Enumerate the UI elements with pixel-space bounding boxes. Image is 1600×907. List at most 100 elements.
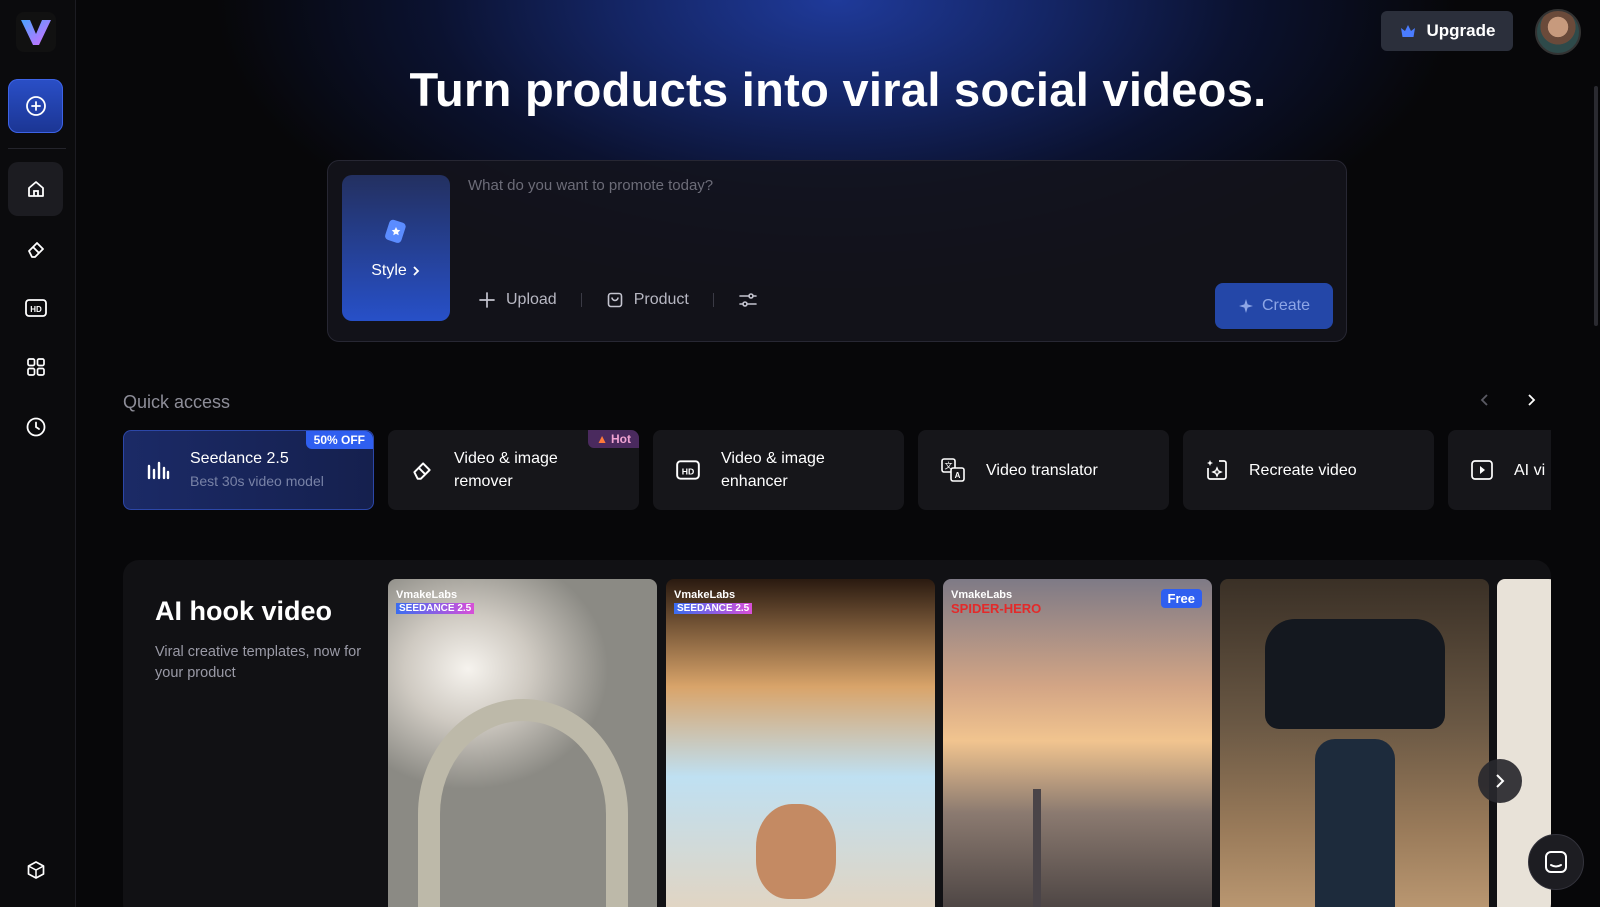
- page-title: Turn products into viral social videos.: [409, 63, 1267, 116]
- quick-access-label: Video & image remover: [454, 450, 558, 490]
- home-icon: [27, 181, 44, 197]
- box-icon: [27, 861, 44, 879]
- apron-shape: [1315, 739, 1395, 907]
- section-description: Viral creative templates, now for your p…: [155, 644, 362, 681]
- product-bag-icon: [607, 292, 623, 308]
- upgrade-label: Upgrade: [1426, 21, 1496, 40]
- quick-access-label: Seedance 2.5: [190, 450, 289, 467]
- sidebar-item-apps[interactable]: [8, 340, 63, 394]
- quick-access-label: Recreate video: [1249, 461, 1357, 479]
- upgrade-button[interactable]: Upgrade: [1381, 11, 1513, 51]
- hot-badge: ▲ Hot: [588, 430, 639, 448]
- new-project-button[interactable]: [8, 79, 63, 133]
- quick-access-next-button[interactable]: [1524, 392, 1538, 413]
- settings-button[interactable]: [738, 291, 758, 309]
- sidebar-item-assets[interactable]: [8, 843, 63, 897]
- free-badge: Free: [1160, 589, 1202, 608]
- thumbnail-brand-text: VmakeLabs: [674, 589, 736, 601]
- sliders-icon: [739, 293, 757, 307]
- template-thumbnail[interactable]: VmakeLabs SEEDANCE 2.5: [388, 579, 657, 907]
- quick-access-prev-button[interactable]: [1478, 392, 1492, 413]
- quick-access-label: AI vi: [1514, 461, 1546, 479]
- upload-button[interactable]: Upload: [478, 291, 557, 309]
- page-scrollbar[interactable]: [1594, 86, 1598, 326]
- prompt-panel: Style Upload Product Create: [327, 160, 1347, 342]
- template-thumbnail[interactable]: VmakeLabs SPIDER-HERO Free: [943, 579, 1212, 907]
- quick-access-sub: Best 30s video model: [190, 473, 324, 489]
- user-avatar[interactable]: [1535, 9, 1581, 55]
- sidebar-divider: [8, 148, 66, 149]
- translate-icon: 文A: [941, 458, 965, 482]
- chevron-left-icon: [1480, 394, 1488, 406]
- hd-icon: HD: [676, 460, 700, 480]
- style-selector-button[interactable]: Style: [342, 175, 450, 321]
- headphones-shape: [418, 699, 628, 907]
- templates-next-button[interactable]: [1478, 759, 1522, 803]
- flame-icon: ▲: [596, 431, 608, 446]
- thumbnail-brand-text: VmakeLabs: [396, 589, 458, 601]
- upload-label: Upload: [506, 291, 557, 308]
- quick-access-enhancer[interactable]: HD Video & image enhancer: [653, 430, 904, 510]
- thumbnail-brand: VmakeLabs SPIDER-HERO: [951, 589, 1041, 616]
- sparkle-icon: [1238, 299, 1253, 313]
- plus-circle-icon: [25, 96, 46, 116]
- chevron-right-icon: [1496, 774, 1505, 788]
- chevron-right-icon: [413, 266, 420, 276]
- ai-hook-video-section: AI hook video Viral creative templates, …: [123, 560, 1551, 907]
- hd-icon: HD: [24, 299, 47, 317]
- template-thumbnail[interactable]: VmakeLabs SEEDANCE 2.5: [666, 579, 935, 907]
- recreate-icon: [1207, 460, 1227, 480]
- section-title: AI hook video: [155, 596, 333, 626]
- prompt-input[interactable]: [468, 177, 1318, 194]
- create-button[interactable]: Create: [1215, 283, 1333, 329]
- quick-access-recreate[interactable]: Recreate video: [1183, 430, 1434, 510]
- prompt-toolbar: Upload Product: [478, 291, 758, 309]
- sidebar-item-home[interactable]: [8, 162, 63, 216]
- svg-text:文: 文: [945, 461, 953, 471]
- svg-text:A: A: [955, 471, 961, 480]
- product-label: Product: [633, 291, 689, 308]
- play-icon: [1471, 460, 1493, 480]
- chevron-right-icon: [1528, 394, 1536, 406]
- toolbar-divider: [580, 293, 582, 307]
- quick-access-ai-video[interactable]: AI vi: [1448, 430, 1551, 510]
- crown-icon: [1400, 25, 1415, 37]
- svg-text:HD: HD: [30, 305, 42, 314]
- plus-icon: [479, 292, 495, 308]
- thumbnail-brand-text: VmakeLabs: [951, 589, 1013, 601]
- quick-access-remover[interactable]: Video & image remover ▲ Hot: [388, 430, 639, 510]
- grid-icon: [26, 358, 45, 376]
- product-button[interactable]: Product: [606, 291, 689, 309]
- sidebar: HD: [0, 0, 76, 907]
- eraser-icon: [27, 242, 44, 258]
- bars-chart-icon: [147, 461, 170, 480]
- app-logo[interactable]: [16, 12, 56, 52]
- quick-access-label: Video & image enhancer: [721, 450, 825, 490]
- chat-icon: [1545, 851, 1567, 873]
- v-logo-icon: [21, 20, 51, 45]
- toolbar-divider: [712, 293, 714, 307]
- support-chat-button[interactable]: [1528, 834, 1584, 890]
- style-label: Style: [371, 262, 407, 279]
- thumbnail-brand: VmakeLabs SEEDANCE 2.5: [674, 589, 753, 614]
- sidebar-item-remover[interactable]: [8, 222, 63, 276]
- create-label: Create: [1261, 297, 1311, 314]
- person-shape: [756, 804, 836, 899]
- template-thumbnail[interactable]: [1220, 579, 1489, 907]
- eraser-icon: [413, 462, 431, 480]
- quick-access-title: Quick access: [123, 392, 231, 412]
- quick-access-translator[interactable]: 文A Video translator: [918, 430, 1169, 510]
- handbag-shape: [1265, 619, 1445, 729]
- sidebar-item-history[interactable]: [8, 400, 63, 454]
- thumbnail-brand: VmakeLabs SEEDANCE 2.5: [396, 589, 475, 614]
- sidebar-item-enhancer[interactable]: HD: [8, 281, 63, 335]
- tower-shape: [1033, 789, 1041, 907]
- thumbnail-tag: SEEDANCE 2.5: [396, 603, 475, 614]
- style-cards-icon: [385, 219, 406, 243]
- quick-access-seedance[interactable]: Seedance 2.5 Best 30s video model 50% OF…: [123, 430, 374, 510]
- clock-icon: [26, 417, 45, 437]
- quick-access-list: Seedance 2.5 Best 30s video model 50% OF…: [123, 430, 1551, 512]
- thumbnail-tag: SPIDER-HERO: [951, 601, 1042, 616]
- quick-access-label: Video translator: [986, 461, 1098, 479]
- svg-text:HD: HD: [682, 466, 695, 476]
